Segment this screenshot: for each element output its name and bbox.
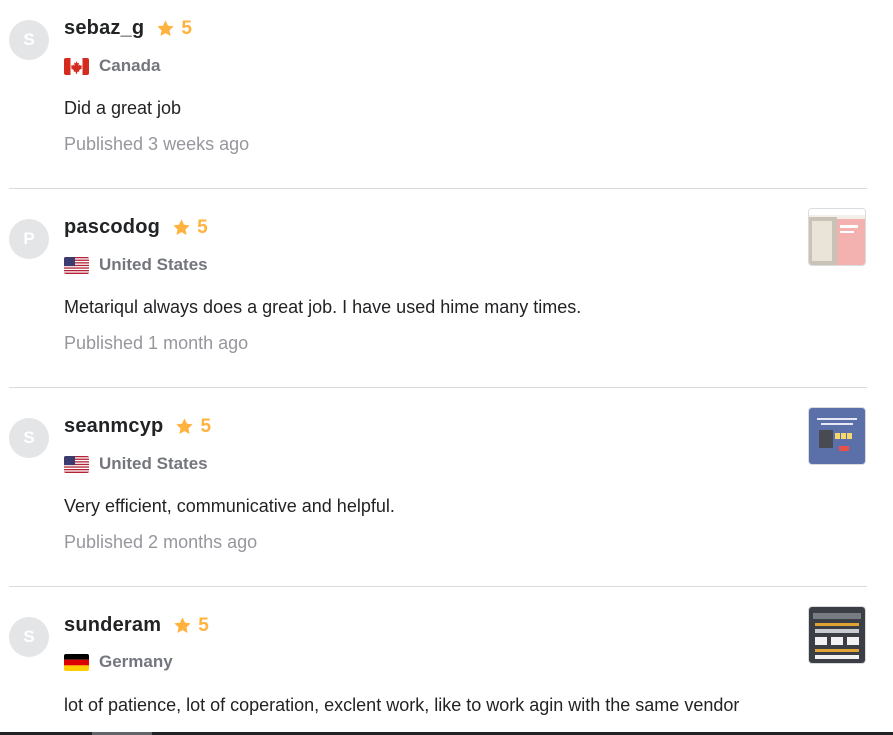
country-name: Germany [99,652,173,671]
star-icon [176,418,194,434]
rating-value: 5 [198,614,209,636]
review-text: Very efficient, communicative and helpfu… [64,496,395,516]
review-published-date: Published 3 weeks ago [64,134,250,154]
divider [9,387,867,388]
review-published-date: Published 2 months ago [64,532,258,552]
reviewer-username[interactable]: sebaz_g [64,17,144,40]
reviewer-header: seanmcyp 5 [64,415,211,438]
star-icon [157,20,174,36]
rating-value: 5 [181,17,192,39]
review-attachment-thumbnail[interactable] [809,408,865,464]
divider [9,188,867,189]
united-states-flag-icon [64,455,89,473]
review-attachment-thumbnail[interactable] [809,607,865,663]
review-text: lot of patience, lot of coperation, excl… [64,695,740,715]
united-states-flag-icon [64,256,89,274]
germany-flag-icon [64,653,89,671]
star-icon [174,617,191,633]
reviewer-country: Canada [64,56,160,76]
avatar[interactable]: P [9,219,49,259]
reviewer-username[interactable]: sunderam [64,614,161,637]
country-name: United States [99,255,208,274]
reviewer-country: Germany [64,652,173,672]
star-icon [173,219,190,235]
reviewer-username[interactable]: seanmcyp [64,415,163,438]
review-attachment-thumbnail[interactable] [809,209,865,265]
rating-value: 5 [200,415,212,437]
rating-value: 5 [197,216,208,238]
canada-flag-icon [64,57,89,75]
review-text: Metariqul always does a great job. I hav… [64,297,582,317]
reviewer-country: United States [64,255,208,275]
reviewer-header: pascodog 5 [64,216,208,239]
reviewer-header: sunderam 5 [64,614,209,637]
review-text: Did a great job [64,98,182,118]
avatar[interactable]: S [9,20,49,60]
avatar[interactable]: S [9,418,49,458]
country-name: Canada [99,56,161,75]
country-name: United States [99,454,208,473]
review-published-date: Published 1 month ago [64,333,249,353]
reviewer-header: sebaz_g 5 [64,17,192,40]
reviewer-country: United States [64,454,208,474]
reviewer-username[interactable]: pascodog [64,216,160,239]
avatar[interactable]: S [9,617,49,657]
divider [9,586,867,587]
